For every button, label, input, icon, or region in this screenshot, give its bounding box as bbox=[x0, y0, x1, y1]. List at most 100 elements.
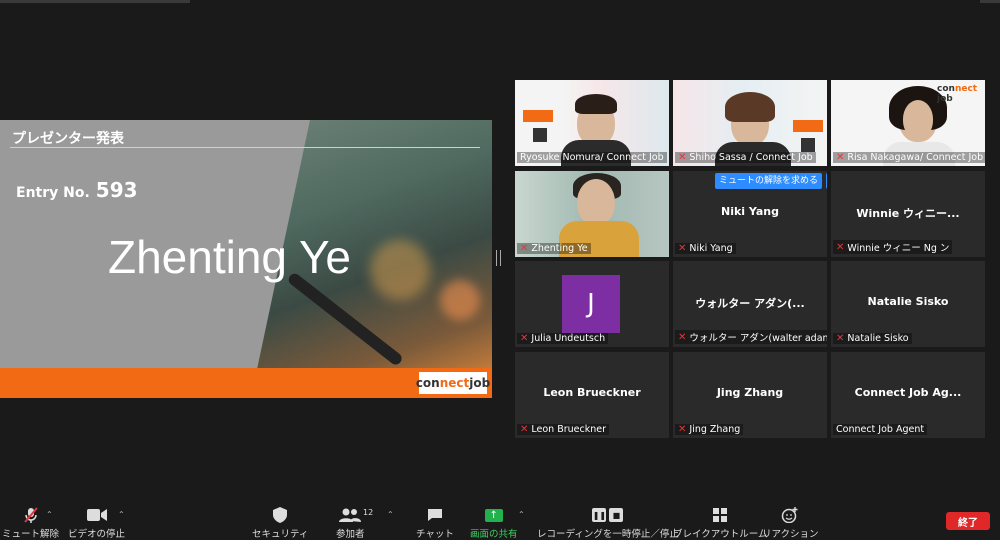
participant-display-name: Jing Zhang bbox=[716, 386, 784, 399]
mic-muted-icon bbox=[23, 506, 38, 524]
mic-muted-icon: ✕ bbox=[836, 241, 845, 253]
more-options-button[interactable]: ··· bbox=[826, 173, 827, 189]
participants-options-caret-icon[interactable]: ⌃ bbox=[387, 510, 394, 519]
participants-count: 12 bbox=[363, 508, 374, 517]
slide-divider bbox=[10, 147, 480, 148]
security-button[interactable]: セキュリティ bbox=[252, 506, 308, 540]
logo-part: con bbox=[415, 376, 440, 390]
breakout-rooms-icon bbox=[713, 506, 728, 524]
participant-display-name: Niki Yang bbox=[721, 205, 779, 218]
participant-label: ✕ Leon Brueckner bbox=[517, 424, 609, 435]
person-hair bbox=[725, 92, 775, 122]
share-screen-label: 画面の共有 bbox=[470, 529, 518, 540]
share-screen-button[interactable]: ↑ 画面の共有 bbox=[470, 506, 518, 540]
participant-tile[interactable]: ✕ Shiho Sassa / Connect Job bbox=[673, 80, 827, 166]
smiley-plus-icon bbox=[781, 506, 799, 524]
logo-part: nect bbox=[954, 84, 978, 94]
audio-options-caret-icon[interactable]: ⌃ bbox=[46, 510, 53, 519]
participant-tile[interactable]: J ✕ Julia Undeutsch bbox=[515, 261, 669, 347]
share-options-caret-icon[interactable]: ⌃ bbox=[518, 510, 525, 519]
participant-avatar: J bbox=[562, 275, 620, 333]
person-face bbox=[903, 100, 933, 138]
participant-display-name: Natalie Sisko bbox=[867, 295, 949, 308]
participant-label: ✕ Shiho Sassa / Connect Job bbox=[675, 152, 816, 163]
participant-label: ✕ ウォルター アダン(walter adant) bbox=[675, 330, 827, 344]
participant-tile[interactable]: Winnie ウィニー... ✕ Winnie ウィニー Ng ン bbox=[831, 171, 985, 257]
participant-name: Ryosuke Nomura/ Connect Job bbox=[520, 152, 664, 163]
participant-display-name: Leon Brueckner bbox=[543, 386, 641, 399]
participant-actions: ミュートの解除を求める ··· bbox=[715, 173, 827, 189]
logo-part: con bbox=[937, 84, 955, 94]
participant-label: Connect Job Agent bbox=[833, 424, 928, 435]
chat-label: チャット bbox=[416, 529, 454, 540]
participant-label: ✕ Natalie Sisko bbox=[833, 333, 912, 344]
entry-number: 593 bbox=[95, 178, 138, 202]
end-meeting-button[interactable]: 終了 bbox=[946, 512, 990, 530]
reactions-button[interactable]: リアクション bbox=[762, 506, 819, 540]
shared-screen: プレゼンター発表 Entry No. 593 Zhenting Ye con nec… bbox=[0, 120, 492, 398]
participant-label: ✕ Niki Yang bbox=[675, 243, 736, 254]
recording-button[interactable]: ❚❚ ■ レコーディングを一時停止／停止 bbox=[537, 506, 679, 540]
participant-display-name: ウォルター アダン(... bbox=[695, 297, 805, 310]
participant-tile[interactable]: ウォルター アダン(... ✕ ウォルター アダン(walter adant) bbox=[673, 261, 827, 347]
mic-muted-icon: ✕ bbox=[836, 152, 845, 163]
unmute-label: ミュート解除 bbox=[2, 529, 60, 540]
participant-label: ✕ Jing Zhang bbox=[675, 424, 744, 435]
entry-label: Entry No. bbox=[16, 185, 90, 201]
participant-tile[interactable]: ミュートの解除を求める ··· Niki Yang ✕Niki Yang bbox=[673, 171, 827, 257]
top-strip-right bbox=[980, 0, 1000, 3]
participant-tile[interactable]: Connect Job Ag... Connect Job Agent bbox=[831, 352, 985, 438]
recording-label: レコーディングを一時停止／停止 bbox=[537, 529, 679, 540]
mic-muted-icon: ✕ bbox=[678, 331, 687, 343]
participant-name: Niki Yang bbox=[689, 243, 733, 254]
mic-muted-icon: ✕ bbox=[836, 333, 845, 344]
video-camera-icon bbox=[86, 506, 107, 524]
participants-button[interactable]: 参加者 bbox=[336, 506, 365, 540]
participant-name: Connect Job Agent bbox=[836, 424, 925, 435]
pause-stop-recording-icon: ❚❚ ■ bbox=[592, 506, 624, 524]
participant-tile[interactable]: ✕ Zhenting Ye bbox=[515, 171, 669, 257]
slide-title: プレゼンター発表 bbox=[12, 131, 124, 147]
participant-tile[interactable]: Leon Brueckner ✕ Leon Brueckner bbox=[515, 352, 669, 438]
participant-display-name: Connect Job Ag... bbox=[854, 386, 962, 399]
participant-name: Winnie ウィニー Ng ン bbox=[847, 243, 950, 254]
mic-muted-icon: ✕ bbox=[520, 333, 529, 344]
ask-to-unmute-button[interactable]: ミュートの解除を求める bbox=[715, 173, 823, 189]
stop-video-button[interactable]: ビデオの停止 bbox=[68, 506, 125, 540]
participant-name: Risa Nakagawa/ Connect Job bbox=[847, 152, 984, 163]
qr-code bbox=[533, 128, 547, 142]
people-icon bbox=[339, 506, 362, 524]
mic-muted-icon: ✕ bbox=[678, 424, 687, 435]
chat-button[interactable]: チャット bbox=[416, 506, 454, 540]
mic-muted-icon: ✕ bbox=[678, 152, 687, 163]
logo-part: nect bbox=[439, 376, 470, 390]
presenter-name: Zhenting Ye bbox=[108, 231, 352, 283]
connect-job-logo: con nect job bbox=[415, 372, 490, 394]
breakout-rooms-button[interactable]: ブレイクアウトルーム bbox=[673, 506, 768, 540]
panel-splitter-handle[interactable] bbox=[496, 250, 501, 266]
participant-tile[interactable]: Natalie Sisko ✕ Natalie Sisko bbox=[831, 261, 985, 347]
participant-tile[interactable]: Jing Zhang ✕ Jing Zhang bbox=[673, 352, 827, 438]
logo-part: job bbox=[937, 94, 953, 104]
participant-label: ✕ Winnie ウィニー Ng ン bbox=[833, 240, 953, 254]
participant-tile[interactable]: Ryosuke Nomura/ Connect Job bbox=[515, 80, 669, 166]
video-options-caret-icon[interactable]: ⌃ bbox=[118, 510, 125, 519]
participant-name: Shiho Sassa / Connect Job bbox=[689, 152, 813, 163]
participant-name: ウォルター アダン(walter adant) bbox=[689, 333, 827, 344]
participant-tile[interactable]: connect job ✕ Risa Nakagawa/ Connect Job bbox=[831, 80, 985, 166]
mic-muted-icon: ✕ bbox=[520, 243, 529, 254]
person bbox=[577, 179, 615, 225]
breakout-rooms-label: ブレイクアウトルーム bbox=[673, 529, 768, 540]
bokeh-light bbox=[440, 280, 480, 320]
participant-name: Natalie Sisko bbox=[847, 333, 909, 344]
participant-label: ✕ Risa Nakagawa/ Connect Job bbox=[833, 152, 985, 163]
background-logo: connect job bbox=[937, 84, 985, 104]
reactions-label: リアクション bbox=[762, 529, 819, 540]
mic-muted-icon: ✕ bbox=[520, 424, 529, 435]
stop-video-label: ビデオの停止 bbox=[68, 529, 126, 540]
participant-name: Leon Brueckner bbox=[531, 424, 606, 435]
participants-label: 参加者 bbox=[336, 529, 365, 540]
slide-entry: Entry No. 593 bbox=[16, 178, 138, 202]
participant-label: ✕ Zhenting Ye bbox=[517, 243, 591, 254]
participant-display-name: Winnie ウィニー... bbox=[856, 207, 960, 220]
